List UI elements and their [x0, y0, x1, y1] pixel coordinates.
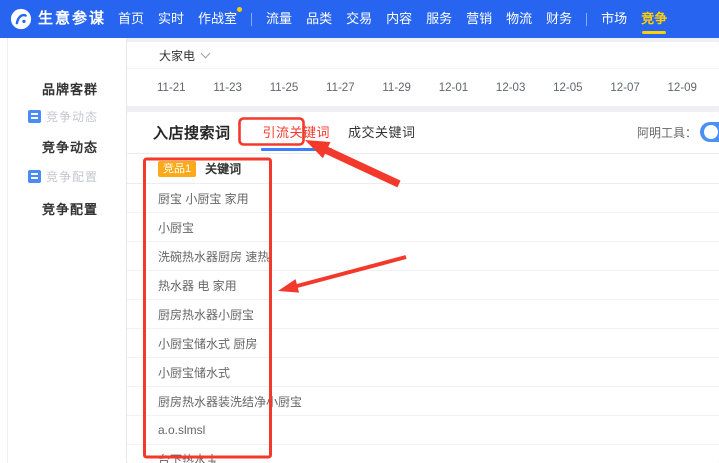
keyword-cell: a.o.slmsl	[158, 423, 206, 437]
sidebar-item-competition-settings[interactable]: 竞争配置	[42, 198, 98, 218]
table-row[interactable]: 台下热水宝	[127, 445, 719, 463]
nav-item-war-room[interactable]: 作战室	[198, 0, 243, 38]
tab-bar: 引流关键词 成交关键词	[260, 112, 416, 153]
keyword-column-header: 关键词	[205, 162, 242, 176]
table-header: 竞品1 关键词	[127, 154, 719, 184]
keyword-cell: 小厨宝储水式 厨房	[158, 336, 258, 351]
nav-item-trade[interactable]: 交易	[346, 0, 372, 38]
nav-item-traffic[interactable]: 流量	[266, 0, 292, 38]
keyword-cell: 洗碗热水器厨房 速热	[158, 249, 270, 264]
table-row[interactable]: 小厨宝储水式 厨房	[127, 329, 719, 358]
sidebar-item-label: 竞争配置	[46, 169, 99, 184]
keyword-cell: 热水器 电 家用	[158, 278, 237, 293]
nav-item-logistics[interactable]: 物流	[506, 0, 532, 38]
document-icon	[28, 169, 41, 183]
section-title: 入店搜索词	[153, 125, 231, 142]
sidebar-item-competition-settings-link[interactable]: 竞争配置	[28, 166, 98, 186]
sidebar-item-label: 品牌客群	[42, 81, 99, 97]
tab-inflow-keywords[interactable]: 引流关键词	[260, 112, 332, 153]
nav-item-marketing[interactable]: 营销	[466, 0, 492, 38]
keyword-cell: 厨宝 小厨宝 家用	[158, 191, 249, 206]
table-row[interactable]: 小厨宝储水式	[127, 358, 719, 387]
nav-item-realtime[interactable]: 实时	[158, 0, 184, 38]
date-strip: 11-21 11-23 11-25 11-27 11-29 12-01 12-03 12-05…	[127, 69, 719, 106]
sidebar-item-label: 竞争动态	[46, 109, 99, 124]
date-tick[interactable]: 12-03	[496, 82, 525, 94]
nav-item-home[interactable]: 首页	[118, 0, 144, 38]
date-tick[interactable]: 12-01	[439, 82, 468, 94]
card-header: 入店搜索词 引流关键词 成交关键词 阿明工具：	[127, 112, 719, 154]
sidebar-item-brand-audience[interactable]: 品牌客群	[42, 78, 98, 98]
table-row[interactable]: 厨房热水器小厨宝	[127, 300, 719, 329]
nav-item-content[interactable]: 内容	[386, 0, 412, 38]
date-tick[interactable]: 11-29	[382, 82, 411, 94]
date-tick[interactable]: 11-21	[157, 82, 186, 94]
chevron-down-icon	[200, 48, 211, 58]
nav-item-competition[interactable]: 竞争	[641, 0, 667, 38]
table-row[interactable]: 洗碗热水器厨房 速热	[127, 242, 719, 271]
keyword-cell: 台下热水宝	[158, 452, 219, 463]
sidebar-item-competition-trends[interactable]: 竞争动态	[42, 136, 98, 156]
nav-divider	[586, 12, 588, 26]
nav-divider	[251, 12, 253, 26]
sidebar-item-label: 竞争配置	[42, 201, 99, 217]
nav-item-service[interactable]: 服务	[426, 0, 452, 38]
notification-dot-icon	[237, 7, 243, 12]
table-row[interactable]: 热水器 电 家用	[127, 271, 719, 300]
nav-item-market[interactable]: 市场	[601, 0, 627, 38]
table-row[interactable]: 厨房热水器装洗结净小厨宝	[127, 387, 719, 416]
aming-tool-toggle[interactable]	[700, 122, 719, 142]
tab-deal-keywords[interactable]: 成交关键词	[348, 112, 416, 153]
sidebar: 品牌客群 竞争动态 竞争动态 竞争配置 竞争配置	[0, 38, 127, 463]
sidebar-item-competition-trends-link[interactable]: 竞争动态	[28, 106, 98, 126]
table-row[interactable]: 厨宝 小厨宝 家用	[127, 184, 719, 213]
search-words-card: 入店搜索词 引流关键词 成交关键词 阿明工具： 竞品1 关键词 厨宝 小厨宝 家…	[127, 112, 719, 463]
nav-menu: 首页 实时 作战室 流量 品类 交易 内容 服务 营销 物流 财务 市场 竞争	[118, 0, 667, 38]
keyword-cell: 厨房热水器装洗结净小厨宝	[158, 394, 303, 409]
nav-item-category[interactable]: 品类	[306, 0, 332, 38]
active-nav-underline	[642, 31, 667, 34]
keyword-cell: 小厨宝	[158, 220, 195, 235]
date-tick[interactable]: 11-27	[326, 82, 355, 94]
keyword-cell: 厨房热水器小厨宝	[158, 307, 255, 322]
top-navbar: 生意参谋 首页 实时 作战室 流量 品类 交易 内容 服务 营销 物流 财务 市场 竞争	[0, 0, 719, 38]
keyword-table-body: 厨宝 小厨宝 家用 小厨宝洗碗热水器厨房 速热 热水器 电 家用厨房热水器小厨宝 小厨…	[127, 184, 719, 463]
category-row: 大家电	[127, 42, 719, 69]
aming-tool-label: 阿明工具：	[636, 126, 697, 140]
date-tick[interactable]: 12-09	[668, 82, 697, 94]
sidebar-item-label: 竞争动态	[42, 139, 99, 155]
competitor-badge: 竞品1	[158, 160, 197, 177]
filter-card: 大家电 11-21 11-23 11-25 11-27 11-29 12-01 12-03 1…	[127, 42, 719, 106]
date-tick[interactable]: 11-23	[213, 82, 242, 94]
date-tick[interactable]: 11-25	[270, 82, 299, 94]
document-icon	[28, 109, 41, 123]
category-dropdown[interactable]: 大家电	[159, 47, 195, 64]
sycm-logo-icon	[10, 8, 32, 30]
date-tick[interactable]: 12-07	[610, 82, 639, 94]
table-row[interactable]: 小厨宝	[127, 213, 719, 242]
app-title: 生意参谋	[38, 10, 107, 27]
nav-item-finance[interactable]: 财务	[546, 0, 572, 38]
date-tick[interactable]: 12-05	[553, 82, 582, 94]
table-row[interactable]: a.o.slmsl	[127, 416, 719, 445]
keyword-cell: 小厨宝储水式	[158, 365, 231, 380]
